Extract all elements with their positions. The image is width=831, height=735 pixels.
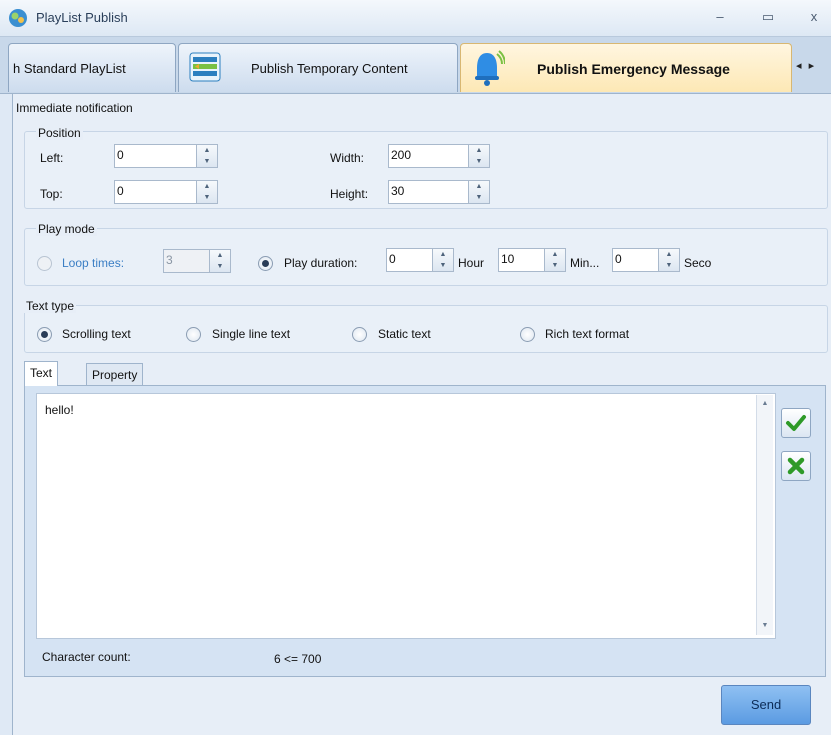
tab-strip: h Standard PlayList Publish Temporary Co… <box>0 37 831 94</box>
message-text-area[interactable] <box>36 393 776 639</box>
tab-label: Publish Temporary Content <box>251 61 408 76</box>
confirm-button[interactable] <box>781 408 811 438</box>
seconds-input[interactable]: ▲▼ <box>612 248 680 272</box>
width-value[interactable] <box>391 147 451 163</box>
tab-publish-temporary-content[interactable]: Publish Temporary Content <box>178 43 458 92</box>
character-count-value: 6 <= 700 <box>274 652 322 666</box>
tab-publish-emergency-message[interactable]: Publish Emergency Message <box>460 43 792 92</box>
left-value[interactable] <box>117 147 177 163</box>
immediate-notification-label: Immediate notification <box>16 101 133 115</box>
top-label: Top: <box>40 187 63 201</box>
maximize-button[interactable]: ▭ <box>756 6 780 28</box>
character-count-label: Character count: <box>42 650 131 664</box>
height-spinner[interactable]: ▲ ▼ <box>468 181 489 203</box>
position-label: Position <box>36 126 83 140</box>
text-type-label: Text type <box>24 299 77 313</box>
second-unit-label: Seco <box>684 256 712 270</box>
loop-times-value[interactable] <box>166 252 202 268</box>
width-input[interactable]: ▲▼ <box>388 144 490 168</box>
height-label: Height: <box>330 187 369 201</box>
scrolling-text-label: Scrolling text <box>62 327 131 341</box>
minimize-button[interactable]: – <box>708 6 732 28</box>
play-duration-label: Play duration: <box>284 256 358 270</box>
tab-property[interactable]: Property <box>86 363 144 386</box>
play-mode-label: Play mode <box>36 222 97 236</box>
left-input[interactable]: ▲▼ <box>114 144 218 168</box>
close-button[interactable]: x <box>802 6 826 28</box>
minutes-spinner[interactable]: ▲ ▼ <box>544 249 565 271</box>
play-duration-radio[interactable] <box>258 256 273 271</box>
height-value[interactable] <box>391 183 451 199</box>
loop-times-label: Loop times: <box>62 256 125 270</box>
width-spinner[interactable]: ▲ ▼ <box>468 145 489 167</box>
seconds-spinner[interactable]: ▲ ▼ <box>658 249 679 271</box>
single-line-text-label: Single line text <box>212 327 291 341</box>
single-line-text-radio[interactable] <box>186 327 201 342</box>
title-bar: PlayList Publish – ▭ x <box>0 0 831 37</box>
window-title: PlayList Publish <box>36 10 128 25</box>
minutes-value[interactable] <box>501 251 537 267</box>
rich-text-format-label: Rich text format <box>545 327 630 341</box>
scroll-down-icon[interactable]: ▼ <box>757 619 773 633</box>
tab-label: Publish Emergency Message <box>537 61 730 77</box>
message-text: hello! <box>45 403 74 417</box>
checkmark-icon <box>786 415 806 431</box>
static-text-label: Static text <box>378 327 431 341</box>
top-input[interactable]: ▲▼ <box>114 180 218 204</box>
tab-text[interactable]: Text <box>24 361 59 386</box>
bell-icon <box>475 50 505 86</box>
rich-text-format-radio[interactable] <box>520 327 535 342</box>
static-text-radio[interactable] <box>352 327 367 342</box>
width-label: Width: <box>330 151 365 165</box>
hours-value[interactable] <box>389 251 425 267</box>
tab-standard-playlist[interactable]: h Standard PlayList <box>8 43 176 92</box>
text-scrollbar[interactable]: ▲ ▼ <box>756 395 773 635</box>
tab-scroll-arrows[interactable]: ◂ ▸ <box>796 59 816 72</box>
loop-times-radio[interactable] <box>37 256 52 271</box>
minutes-input[interactable]: ▲▼ <box>498 248 566 272</box>
left-spinner[interactable]: ▲ ▼ <box>196 145 217 167</box>
left-label: Left: <box>40 151 64 165</box>
send-button[interactable]: Send <box>721 685 811 725</box>
scrolling-text-radio[interactable] <box>37 327 52 342</box>
loop-times-input[interactable]: ▲▼ <box>163 249 231 273</box>
height-input[interactable]: ▲▼ <box>388 180 490 204</box>
app-icon <box>9 9 27 27</box>
cross-icon <box>787 457 805 475</box>
top-value[interactable] <box>117 183 177 199</box>
cancel-button[interactable] <box>781 451 811 481</box>
top-spinner[interactable]: ▲ ▼ <box>196 181 217 203</box>
hour-unit-label: Hour <box>458 256 485 270</box>
seconds-value[interactable] <box>615 251 651 267</box>
tab-label: h Standard PlayList <box>13 61 126 76</box>
hours-input[interactable]: ▲▼ <box>386 248 454 272</box>
hours-spinner[interactable]: ▲ ▼ <box>432 249 453 271</box>
scroll-up-icon[interactable]: ▲ <box>757 397 773 411</box>
loop-times-spinner[interactable]: ▲ ▼ <box>209 250 230 272</box>
minute-unit-label: Min... <box>570 256 600 270</box>
temporary-content-icon <box>189 52 221 82</box>
